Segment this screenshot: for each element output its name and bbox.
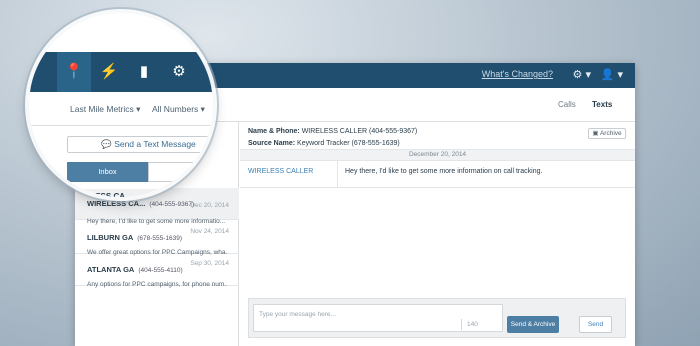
conversation-date: Dec 20, 2014 <box>190 202 229 209</box>
send-text-label: Send a Text Message <box>114 139 196 149</box>
send-button[interactable]: Send <box>579 316 612 333</box>
source-label: Source Name: <box>248 140 296 147</box>
name-phone-label: Name & Phone: <box>248 128 300 135</box>
chat-icon: 💬 <box>101 139 112 149</box>
list-item[interactable]: LILBURN GA (678-555-1639) Nov 24, 2014 We… <box>75 222 239 256</box>
archive-button[interactable]: ▣ Archive <box>588 128 626 139</box>
conversation-detail: Name & Phone: WIRELESS CALLER (404-555-9… <box>240 122 635 346</box>
character-count: 140 <box>467 321 478 328</box>
list-item[interactable]: ATLANTA GA (404-555-4110) Sep 30, 2014 An… <box>75 254 239 288</box>
date-divider: December 20, 2014 <box>240 149 635 161</box>
tab-inbox[interactable]: Inbox <box>67 162 148 182</box>
whats-changed-link[interactable]: What's Changed? <box>482 69 553 79</box>
archive-icon: ▣ <box>592 130 599 137</box>
numbers-filter-label: All Numbers <box>152 104 199 114</box>
conversation-header: Name & Phone: WIRELESS CALLER (404-555-9… <box>248 126 417 150</box>
message-input[interactable]: Type your message here... <box>253 304 503 332</box>
lens-conversation-item[interactable]: IRELESS CA... <box>29 189 213 197</box>
conversation-number: (404-555-9367) <box>149 201 195 208</box>
message-composer: Type your message here... 140 Send & Arc… <box>248 298 626 338</box>
source-value: Keyword Tracker (678-555-1639) <box>297 140 400 147</box>
magnifier-lens: 📍 ⚡ ▮ ⚙ Last Mile Metrics ▾ All Numbers … <box>29 13 213 197</box>
location-pin-icon[interactable]: 📍 <box>57 52 91 92</box>
gear-icon[interactable]: ⚙ <box>162 52 196 92</box>
send-archive-button[interactable]: Send & Archive <box>507 316 559 333</box>
message-divider <box>337 161 338 187</box>
message-sender[interactable]: WIRELESS CALLER <box>248 168 313 175</box>
tab-calls[interactable]: Calls <box>558 100 576 109</box>
conversation-date: Nov 24, 2014 <box>190 228 229 235</box>
metrics-filter-label: Last Mile Metrics <box>70 104 134 114</box>
archive-label: Archive <box>599 130 622 137</box>
send-text-button[interactable]: 💬 Send a Text Message <box>67 136 213 153</box>
conversation-name: ATLANTA GA <box>87 265 135 274</box>
message-text: Hey there, I'd like to get some more inf… <box>345 168 543 175</box>
conversation-number: (678-555-1639) <box>137 235 183 242</box>
numbers-filter[interactable]: All Numbers ▾ <box>152 104 205 115</box>
counter-divider <box>461 319 462 330</box>
message-row: WIRELESS CALLER Hey there, I'd like to g… <box>240 161 635 188</box>
lightning-icon[interactable]: ⚡ <box>92 52 126 92</box>
gear-icon[interactable]: ⚙ ▾ <box>573 68 591 81</box>
conversation-number: (404-555-4110) <box>138 267 183 274</box>
conversation-name: WIRELESS CA... <box>87 199 146 208</box>
metrics-filter[interactable]: Last Mile Metrics ▾ <box>70 104 140 115</box>
conversation-date: Sep 30, 2014 <box>190 260 229 267</box>
conversation-preview: Any options for PPC campaigns, for phone… <box>87 281 227 288</box>
user-icon[interactable]: 👤 ▾ <box>601 68 623 81</box>
name-phone-value: WIRELESS CALLER (404-555-9367) <box>301 128 418 135</box>
bar-chart-icon[interactable]: ▮ <box>127 52 161 92</box>
lens-divider <box>29 125 213 126</box>
tab-texts[interactable]: Texts <box>592 100 612 109</box>
conversation-name: LILBURN GA <box>87 233 134 242</box>
tab-all[interactable]: All <box>148 162 213 182</box>
